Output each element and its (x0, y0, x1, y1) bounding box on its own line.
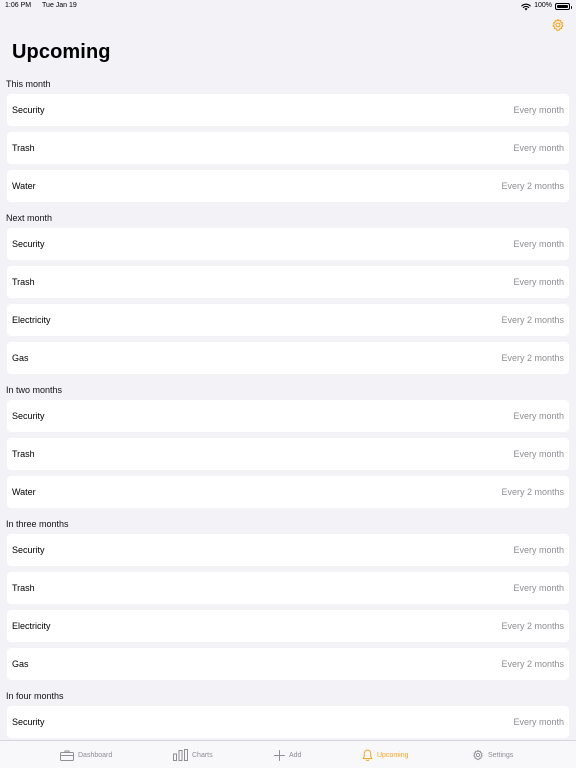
item-name: Security (12, 717, 45, 727)
upcoming-list: This month Security Every month Trash Every … (0, 74, 576, 744)
charts-icon (173, 749, 188, 761)
battery-fill (557, 5, 568, 8)
item-name: Water (12, 181, 36, 191)
status-date: Tue Jan 19 (42, 2, 77, 9)
wifi-icon (521, 3, 531, 10)
list-item[interactable]: Security Every month (7, 534, 569, 566)
section-header: In two months (6, 385, 63, 395)
item-name: Gas (12, 659, 29, 669)
item-name: Electricity (12, 315, 51, 325)
list-item[interactable]: Gas Every 2 months (7, 648, 569, 680)
status-time: 1:06 PM (5, 2, 32, 9)
battery-percent: 100% (534, 2, 552, 9)
item-frequency: Every 2 months (501, 659, 564, 669)
tab-add[interactable]: Add (274, 741, 301, 768)
list-item[interactable]: Trash Every month (7, 266, 569, 298)
section-header: This month (6, 79, 51, 89)
item-name: Security (12, 105, 45, 115)
list-item[interactable]: Water Every 2 months (7, 476, 569, 508)
tab-bar: Dashboard Charts Add Upcoming Settings (0, 740, 576, 768)
item-name: Trash (12, 277, 35, 287)
item-frequency: Every month (513, 105, 564, 115)
tab-settings[interactable]: Settings (472, 741, 513, 768)
item-frequency: Every month (513, 545, 564, 555)
item-frequency: Every month (513, 239, 564, 249)
item-frequency: Every month (513, 143, 564, 153)
tab-label: Settings (488, 751, 514, 759)
bell-icon (362, 749, 373, 761)
tab-label: Charts (192, 751, 213, 759)
list-item[interactable]: Electricity Every 2 months (7, 304, 569, 336)
tab-upcoming[interactable]: Upcoming (362, 741, 409, 768)
item-frequency: Every 2 months (501, 621, 564, 631)
item-name: Trash (12, 583, 35, 593)
tab-label: Dashboard (78, 751, 113, 759)
list-item[interactable]: Trash Every month (7, 132, 569, 164)
item-name: Water (12, 487, 36, 497)
list-item[interactable]: Security Every month (7, 400, 569, 432)
list-item[interactable]: Security Every month (7, 228, 569, 260)
dashboard-icon (60, 750, 74, 761)
item-name: Electricity (12, 621, 51, 631)
list-item[interactable]: Gas Every 2 months (7, 342, 569, 374)
item-frequency: Every 2 months (501, 181, 564, 191)
gear-icon[interactable] (551, 18, 565, 32)
item-frequency: Every month (513, 449, 564, 459)
status-bar: 1:06 PM Tue Jan 19 100% (0, 0, 576, 12)
status-left: 1:06 PM Tue Jan 19 (5, 0, 77, 12)
item-frequency: Every month (513, 411, 564, 421)
plus-icon (274, 749, 285, 761)
item-frequency: Every month (513, 277, 564, 287)
tab-label: Upcoming (377, 751, 409, 759)
section-header: In four months (6, 691, 64, 701)
item-name: Security (12, 545, 45, 555)
battery-icon (555, 3, 572, 10)
app-screen: 1:06 PM Tue Jan 19 100% Upcoming This mo… (0, 0, 576, 768)
section-header: Next month (6, 213, 53, 223)
tab-charts[interactable]: Charts (173, 741, 213, 768)
item-frequency: Every month (513, 717, 564, 727)
item-frequency: Every 2 months (501, 315, 564, 325)
list-item[interactable]: Trash Every month (7, 572, 569, 604)
list-item[interactable]: Security Every month (7, 706, 569, 738)
list-item[interactable]: Water Every 2 months (7, 170, 569, 202)
section-header: In three months (6, 519, 69, 529)
gear-icon (473, 749, 483, 761)
item-name: Security (12, 239, 45, 249)
list-item[interactable]: Security Every month (7, 94, 569, 126)
item-frequency: Every 2 months (501, 353, 564, 363)
item-frequency: Every month (513, 583, 564, 593)
tab-label: Add (289, 751, 302, 759)
page-title: Upcoming (12, 41, 111, 63)
tab-dashboard[interactable]: Dashboard (60, 741, 112, 768)
list-item[interactable]: Trash Every month (7, 438, 569, 470)
list-item[interactable]: Electricity Every 2 months (7, 610, 569, 642)
item-name: Trash (12, 143, 35, 153)
item-name: Security (12, 411, 45, 421)
status-right: 100% (521, 0, 572, 12)
item-name: Trash (12, 449, 35, 459)
item-frequency: Every 2 months (501, 487, 564, 497)
item-name: Gas (12, 353, 29, 363)
